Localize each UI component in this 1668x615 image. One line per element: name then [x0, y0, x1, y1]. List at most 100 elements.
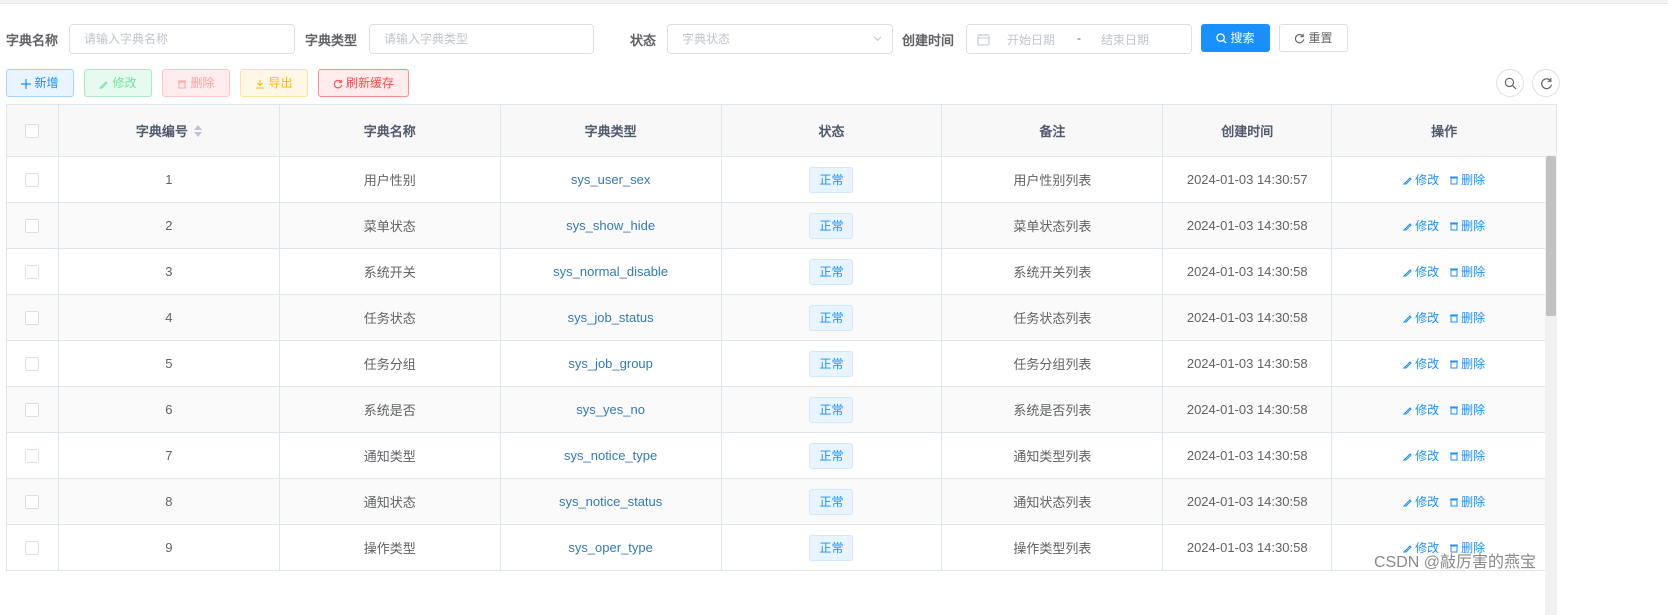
- row-checkbox[interactable]: [25, 448, 40, 463]
- status-select[interactable]: 字典状态: [667, 24, 893, 54]
- row-checkbox[interactable]: [25, 356, 40, 371]
- cell-created-time: 2024-01-03 14:30:58: [1163, 249, 1333, 295]
- row-edit-button[interactable]: 修改: [1403, 493, 1439, 510]
- row-edit-button[interactable]: 修改: [1403, 171, 1439, 188]
- refresh-icon: [1541, 78, 1552, 90]
- edit-icon: [1403, 360, 1412, 368]
- refresh-cache-button[interactable]: 刷新缓存: [318, 69, 409, 97]
- edit-icon: [1403, 406, 1412, 414]
- cell-dict-name: 通知类型: [279, 433, 501, 479]
- cell-actions: 修改 删除: [1332, 157, 1558, 203]
- edit-icon: [1403, 452, 1412, 460]
- row-select[interactable]: [7, 295, 59, 341]
- row-delete-button[interactable]: 删除: [1449, 493, 1485, 510]
- row-edit-button[interactable]: 修改: [1403, 355, 1439, 372]
- add-button[interactable]: 新增: [6, 69, 74, 97]
- row-delete-button[interactable]: 删除: [1449, 171, 1485, 188]
- row-select[interactable]: [7, 203, 59, 249]
- row-edit-button[interactable]: 修改: [1403, 309, 1439, 326]
- search-button[interactable]: 搜索: [1201, 24, 1270, 52]
- row-checkbox[interactable]: [25, 218, 40, 233]
- start-date-input[interactable]: 开始日期: [1007, 31, 1055, 48]
- status-badge: 正常: [809, 258, 854, 285]
- table-scrollbar-thumb[interactable]: [1546, 156, 1556, 316]
- row-delete-label: 删除: [1461, 311, 1486, 325]
- cell-actions: 修改 删除: [1332, 249, 1558, 295]
- header-dict-id[interactable]: 字典编号: [58, 105, 280, 157]
- cell-dict-id: 7: [58, 433, 280, 479]
- row-checkbox[interactable]: [25, 172, 40, 187]
- cell-dict-name: 通知状态: [279, 479, 501, 525]
- cell-created-time: 2024-01-03 14:30:57: [1163, 157, 1333, 203]
- cell-dict-type: sys_show_hide: [500, 203, 722, 249]
- cell-created-time: 2024-01-03 14:30:58: [1163, 387, 1333, 433]
- row-delete-button[interactable]: 删除: [1449, 401, 1485, 418]
- top-border: [0, 0, 1668, 4]
- cell-dict-name: 系统开关: [279, 249, 501, 295]
- row-select[interactable]: [7, 479, 59, 525]
- dict-type-link[interactable]: sys_oper_type: [568, 540, 653, 555]
- row-select[interactable]: [7, 433, 59, 479]
- row-edit-button[interactable]: 修改: [1403, 263, 1439, 280]
- row-checkbox[interactable]: [25, 494, 40, 509]
- row-delete-button[interactable]: 删除: [1449, 309, 1485, 326]
- header-remark: 备注: [942, 105, 1164, 157]
- row-edit-button[interactable]: 修改: [1403, 401, 1439, 418]
- header-select-all[interactable]: [7, 105, 59, 157]
- cell-remark: 系统是否列表: [942, 387, 1164, 433]
- row-checkbox[interactable]: [25, 402, 40, 417]
- delete-button[interactable]: 删除: [162, 69, 230, 97]
- end-date-input[interactable]: 结束日期: [1101, 31, 1149, 48]
- dict-type-link[interactable]: sys_job_status: [568, 310, 654, 325]
- cell-dict-type: sys_user_sex: [500, 157, 722, 203]
- reset-button[interactable]: 重置: [1279, 24, 1348, 52]
- search-icon: [1216, 33, 1228, 44]
- header-status: 状态: [721, 105, 943, 157]
- row-select[interactable]: [7, 249, 59, 295]
- header-created-time: 创建时间: [1163, 105, 1333, 157]
- row-delete-button[interactable]: 删除: [1449, 217, 1485, 234]
- row-checkbox[interactable]: [25, 264, 40, 279]
- select-all-checkbox[interactable]: [25, 123, 40, 138]
- date-range-picker[interactable]: 开始日期 - 结束日期: [966, 24, 1192, 54]
- table-row: 6 系统是否 sys_yes_no 正常 系统是否列表 2024-01-03 14:30:…: [7, 387, 1558, 433]
- dict-type-link[interactable]: sys_job_group: [568, 356, 653, 371]
- dict-type-link[interactable]: sys_notice_status: [559, 494, 662, 509]
- dict-type-input[interactable]: 请输入字典类型: [369, 24, 594, 54]
- row-edit-button[interactable]: 修改: [1403, 447, 1439, 464]
- row-select[interactable]: [7, 157, 59, 203]
- cell-created-time: 2024-01-03 14:30:58: [1163, 479, 1333, 525]
- row-checkbox[interactable]: [25, 310, 40, 325]
- row-select[interactable]: [7, 341, 59, 387]
- cell-dict-id: 3: [58, 249, 280, 295]
- cell-dict-type: sys_notice_type: [500, 433, 722, 479]
- dict-type-link[interactable]: sys_user_sex: [571, 172, 650, 187]
- header-actions: 操作: [1332, 105, 1558, 157]
- toggle-search-button[interactable]: [1496, 69, 1524, 97]
- row-select[interactable]: [7, 525, 59, 571]
- dict-type-link[interactable]: sys_normal_disable: [553, 264, 668, 279]
- row-checkbox[interactable]: [25, 540, 40, 555]
- row-delete-button[interactable]: 删除: [1449, 355, 1485, 372]
- dict-type-label: 字典类型: [305, 33, 358, 48]
- cell-remark: 任务分组列表: [942, 341, 1164, 387]
- reset-button-label: 重置: [1308, 31, 1333, 45]
- row-delete-button[interactable]: 删除: [1449, 263, 1485, 280]
- edit-button[interactable]: 修改: [84, 69, 152, 97]
- cell-created-time: 2024-01-03 14:30:58: [1163, 203, 1333, 249]
- cell-remark: 用户性别列表: [942, 157, 1164, 203]
- dict-type-link[interactable]: sys_notice_type: [564, 448, 657, 463]
- export-button[interactable]: 导出: [240, 69, 308, 97]
- dict-type-link[interactable]: sys_show_hide: [566, 218, 655, 233]
- table-row: 8 通知状态 sys_notice_status 正常 通知状态列表 2024-01-03…: [7, 479, 1558, 525]
- row-delete-button[interactable]: 删除: [1449, 447, 1485, 464]
- cell-dict-name: 系统是否: [279, 387, 501, 433]
- cell-status: 正常: [721, 387, 943, 433]
- row-select[interactable]: [7, 387, 59, 433]
- dict-type-link[interactable]: sys_yes_no: [576, 402, 645, 417]
- refresh-table-button[interactable]: [1532, 69, 1560, 97]
- row-edit-button[interactable]: 修改: [1403, 217, 1439, 234]
- row-delete-label: 删除: [1461, 357, 1486, 371]
- dict-name-input[interactable]: 请输入字典名称: [69, 24, 295, 54]
- sort-icon[interactable]: [193, 124, 202, 137]
